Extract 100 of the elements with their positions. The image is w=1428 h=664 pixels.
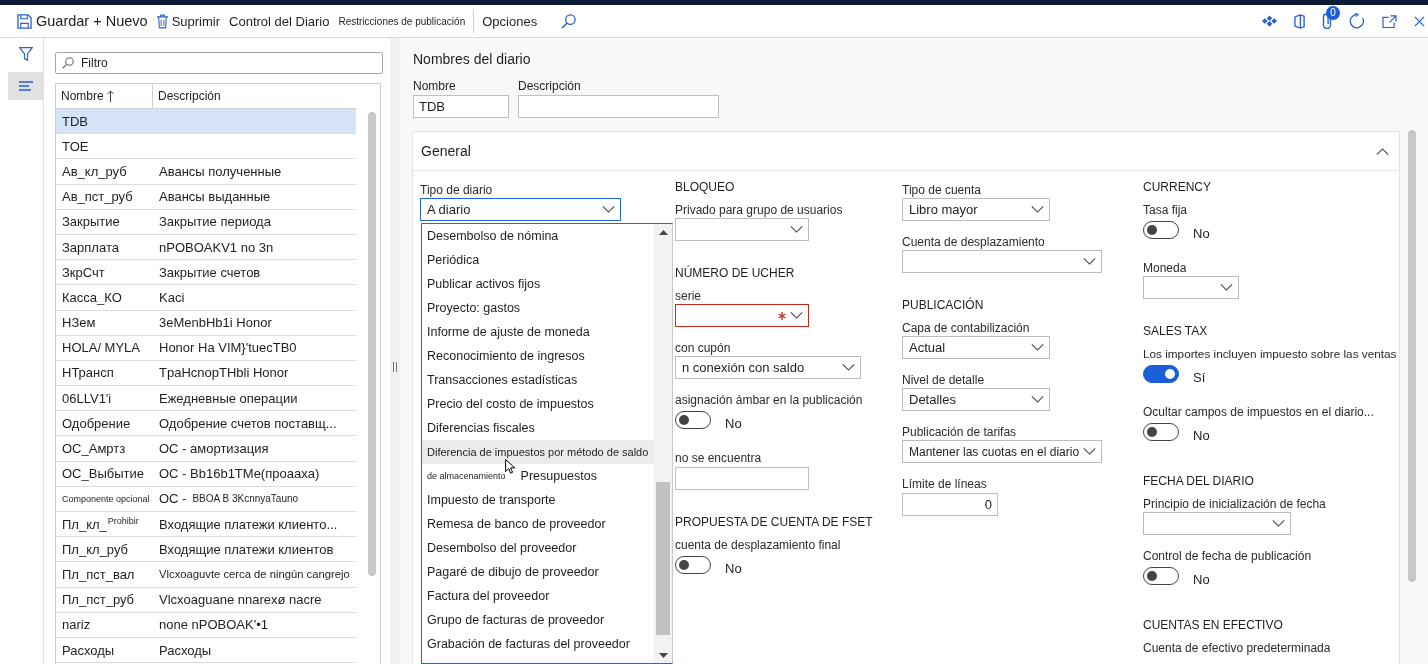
table-row[interactable]: Касса_КО Kaci [56,285,356,311]
chevron-down-icon [790,226,803,233]
text-field[interactable]: TDB [413,95,509,118]
dropdown-option[interactable]: Informe de ajuste de moneda [422,320,654,344]
table-row[interactable]: ЗкрСчт Закрытие счетов [56,260,356,286]
table-cell: Авансы выданные [159,189,271,205]
table-cell: 06LLV1'i [62,390,112,406]
scrollbar[interactable] [1408,130,1416,582]
toggle-switch[interactable] [1143,365,1179,383]
toggle-switch[interactable] [675,556,711,574]
field-label: Nivel de detalle [902,372,985,388]
dropdown-option[interactable]: Periódica [422,248,654,272]
table-cell: Ав_пст_руб [62,189,133,205]
dropdown-field[interactable] [675,218,809,241]
door-icon[interactable] [1294,13,1305,29]
delete-button[interactable]: Suprimir [153,7,224,35]
dropdown-option[interactable]: Precio del costo de impuestos [422,392,654,416]
table-cell: TpaHcnopTHbli Honor [159,365,289,381]
close-icon[interactable] [1414,15,1425,27]
table-row[interactable]: Пл_кл_руб Входящие платежи клиентов [56,537,356,563]
table-row[interactable]: Расходы Расходы [56,637,356,664]
table-row[interactable]: Пл_пст_вал Vlcxoaguvte cerca de ningún cangrejo [56,562,356,588]
dropdown-field[interactable]: Actual [902,336,1050,359]
dropdown-option[interactable]: Factura del proveedor [422,584,654,608]
text-field[interactable] [675,467,809,490]
toolbar-button[interactable]: Control del Diario [226,7,333,35]
table-cell: Пл_пст_вал [62,566,135,582]
field-label: serie [675,288,701,304]
dropdown-field[interactable]: Libro mayor [902,198,1050,221]
save-button[interactable]: Guardar + Nuevo [14,7,151,35]
table-row[interactable]: TDB [56,109,356,135]
dropdown-field[interactable] [902,250,1102,273]
dropdown-option[interactable]: Desembolso de nómina [422,224,654,248]
dropdown-field[interactable] [1143,276,1239,299]
table-cell: Одобрение [62,415,131,431]
number-field[interactable]: 0 [902,493,998,516]
refresh-icon[interactable] [1349,13,1365,29]
dropdown-option[interactable]: Proyecto: gastos [422,296,654,320]
toolbar-button[interactable]: Opciones [479,7,541,35]
dropdown-field[interactable]: n conexión con saldo [675,356,861,379]
popout-icon[interactable] [1382,14,1397,28]
field-label: Tipo de cuenta [902,182,981,198]
table-row[interactable]: HOLA/ MYLA Honor Ha VIM}'tuecTB0 [56,335,356,361]
field-label: Límite de líneas [902,476,987,492]
dropdown-option[interactable]: de almacenamiento Presupuestos [422,464,654,488]
scrollbar[interactable] [368,112,376,576]
toolbar-button[interactable]: Restricciones de publicación [335,7,469,35]
table-row[interactable]: 06LLV1'i Ежедневные операции [56,386,356,412]
filter-field[interactable]: Filtro [55,52,383,74]
table-row[interactable]: Componente opcional OC - BBOA B 3KcnnyaTauno [56,486,356,512]
table-cell: HOLA/ MYLA [62,340,141,356]
table-row[interactable]: TOE [56,134,356,160]
section-header[interactable]: General [413,132,1399,171]
dropdown-option[interactable]: Publicar activos fijos [422,272,654,296]
column-header[interactable]: Nombre [56,84,114,108]
dropdown-option[interactable]: Desembolso del proveedor [422,536,654,560]
dropdown-option[interactable]: Grupo de facturas de proveedor [422,608,654,632]
dropdown-field[interactable]: Mantener las cuotas en el diario [902,440,1102,463]
dropdown-field[interactable]: A diario [420,198,621,221]
dropdown-option[interactable]: Impuesto de transporte [422,488,654,512]
diamond-cluster-icon[interactable] [1262,15,1277,27]
scroll-down-icon[interactable] [658,653,668,658]
toggle-switch[interactable] [675,411,711,429]
table-row[interactable]: Закрытие Закрытие периода [56,209,356,235]
grip-icon[interactable] [393,362,397,372]
toggle-switch[interactable] [1143,221,1179,239]
dropdown-option[interactable]: Transacciones estadísticas [422,368,654,392]
column-header[interactable]: Descripción [153,84,221,108]
table-row[interactable]: НТрансп TpaHcnopTHbli Honor [56,360,356,387]
table-row[interactable]: nariz none nPOBOAK'•1 [56,612,356,638]
table-row[interactable]: НЗем 3eMenbHb1i Honor [56,310,356,336]
toggle-switch[interactable] [1143,423,1179,441]
dropdown-field[interactable] [1143,512,1291,535]
dropdown-option[interactable]: Pagaré de dibujo de proveedor [422,560,654,584]
toggle-switch[interactable] [1143,567,1179,585]
table-row[interactable]: Ав_кл_руб Авансы полученные [56,159,356,185]
scroll-up-icon[interactable] [658,230,668,235]
table-row[interactable]: Зарплата nPOBOAKV1 no 3n [56,234,356,261]
scrollbar-track[interactable] [654,224,672,663]
table-row[interactable]: ОС_Выбытие OC - Bb16b1TMe(проаахa) [56,461,356,487]
nav-rail-button[interactable] [8,72,43,100]
dropdown-option[interactable]: Grabación de facturas del proveedor [422,632,654,656]
dropdown-option[interactable]: Remesa de banco de proveedor [422,512,654,536]
search-icon[interactable] [561,13,577,29]
scrollbar[interactable] [656,482,670,635]
text-field[interactable] [518,95,719,118]
paperclip-icon[interactable] [1322,13,1332,29]
table-row[interactable]: ОС_Амртз ОС - амортизация [56,436,356,462]
table-row[interactable]: Одобрение Одобрение счетов поставщ... [56,411,356,437]
dropdown-option[interactable]: Reconocimiento de ingresos [422,344,654,368]
table-cell: Honor Ha VIM}'tuecTB0 [159,340,297,356]
dropdown-field[interactable] [675,304,809,327]
table-row[interactable]: Пл_пст_руб Vlcxoaguane nnarexø nacre [56,587,356,613]
table-cell: nPOBOAKV1 no 3n [159,239,274,255]
dropdown-option[interactable]: Diferencia de impuestos por método de saldo [422,440,654,464]
table-cell: Закрытие [62,214,120,230]
dropdown-option[interactable]: Diferencias fiscales [422,416,654,440]
dropdown-field[interactable]: Detalles [902,388,1050,411]
table-cell: Входящие платежи клиентов [159,541,334,557]
table-row[interactable]: Ав_пст_руб Авансы выданные [56,184,356,210]
